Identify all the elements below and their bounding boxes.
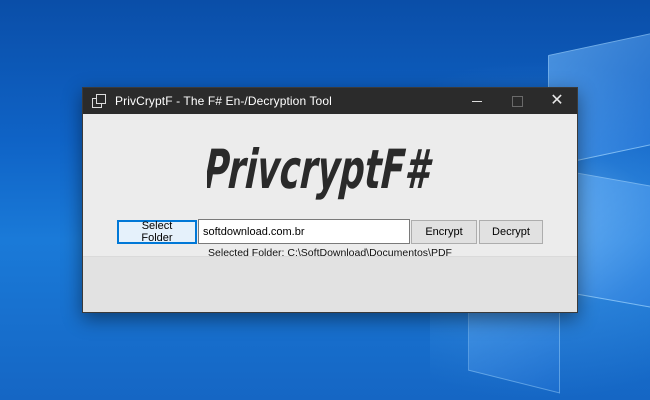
maximize-icon — [511, 95, 523, 107]
select-folder-button[interactable]: Select Folder — [117, 220, 197, 244]
maximize-button[interactable] — [497, 88, 537, 114]
minimize-button[interactable] — [457, 88, 497, 114]
logo-text: PrivcryptF# — [207, 138, 435, 201]
decrypt-button[interactable]: Decrypt — [479, 220, 543, 244]
encrypt-button[interactable]: Encrypt — [411, 220, 477, 244]
window-content: PrivcryptF# Select Folder Encrypt Decryp… — [83, 114, 577, 312]
lower-panel — [83, 256, 577, 312]
app-window: PrivCryptF - The F# En-/Decryption Tool … — [82, 87, 578, 313]
title-bar[interactable]: PrivCryptF - The F# En-/Decryption Tool … — [83, 88, 577, 114]
minimize-icon — [472, 100, 482, 102]
app-logo: PrivcryptF# — [207, 138, 435, 201]
selected-folder-label: Selected Folder: C:\SoftDownload\Documen… — [208, 247, 452, 259]
close-button[interactable]: ✕ — [537, 88, 577, 114]
app-window-icon — [91, 93, 107, 109]
close-icon: ✕ — [550, 92, 564, 109]
window-title: PrivCryptF - The F# En-/Decryption Tool — [115, 94, 332, 108]
password-input[interactable] — [198, 219, 410, 244]
